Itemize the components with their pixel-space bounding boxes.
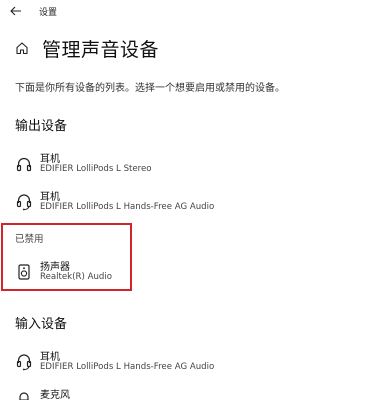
output-device-headset-hands-free[interactable]: 耳机 EDIFIER LolliPods L Hands-Free AG Aud… bbox=[15, 188, 335, 218]
window-title: 设置 bbox=[39, 8, 58, 18]
device-name: 耳机 bbox=[40, 192, 60, 203]
disabled-device-speaker[interactable]: 扬声器 Realtek(R) Audio bbox=[15, 258, 125, 288]
output-device-headphones-stereo[interactable]: 耳机 EDIFIER LolliPods L Stereo bbox=[15, 150, 335, 180]
headset-icon bbox=[15, 352, 33, 372]
title-bar: 设置 bbox=[0, 0, 369, 22]
back-button[interactable] bbox=[8, 4, 24, 18]
input-devices-heading: 输入设备 bbox=[15, 317, 68, 332]
back-arrow-icon bbox=[10, 6, 21, 16]
device-name: 耳机 bbox=[40, 154, 60, 165]
home-icon[interactable] bbox=[14, 40, 30, 56]
page-description: 下面是你所有设备的列表。选择一个想要启用或禁用的设备。 bbox=[15, 83, 285, 94]
device-name: 麦克风 bbox=[40, 390, 70, 400]
input-device-headset-hands-free[interactable]: 耳机 EDIFIER LolliPods L Hands-Free AG Aud… bbox=[15, 348, 335, 378]
output-devices-heading: 输出设备 bbox=[15, 119, 68, 134]
device-description: Realtek(R) Audio bbox=[40, 272, 112, 282]
disabled-section-label: 已禁用 bbox=[15, 234, 44, 245]
input-device-microphone[interactable]: 麦克风 bbox=[15, 386, 335, 400]
page-title: 管理声音设备 bbox=[42, 38, 160, 61]
device-description: EDIFIER LolliPods L Hands-Free AG Audio bbox=[40, 362, 215, 372]
device-name: 扬声器 bbox=[40, 262, 70, 273]
device-description: EDIFIER LolliPods L Hands-Free AG Audio bbox=[40, 202, 215, 212]
headset-icon bbox=[15, 192, 33, 212]
headphones-icon bbox=[15, 154, 33, 174]
settings-window: 设置 管理声音设备 下面是你所有设备的列表。选择一个想要启用或禁用的设备。 输出… bbox=[0, 0, 369, 400]
speaker-icon bbox=[15, 262, 33, 282]
microphone-icon bbox=[15, 390, 33, 400]
page-header: 管理声音设备 bbox=[14, 34, 159, 62]
device-description: EDIFIER LolliPods L Stereo bbox=[40, 164, 152, 174]
device-name: 耳机 bbox=[40, 352, 60, 363]
